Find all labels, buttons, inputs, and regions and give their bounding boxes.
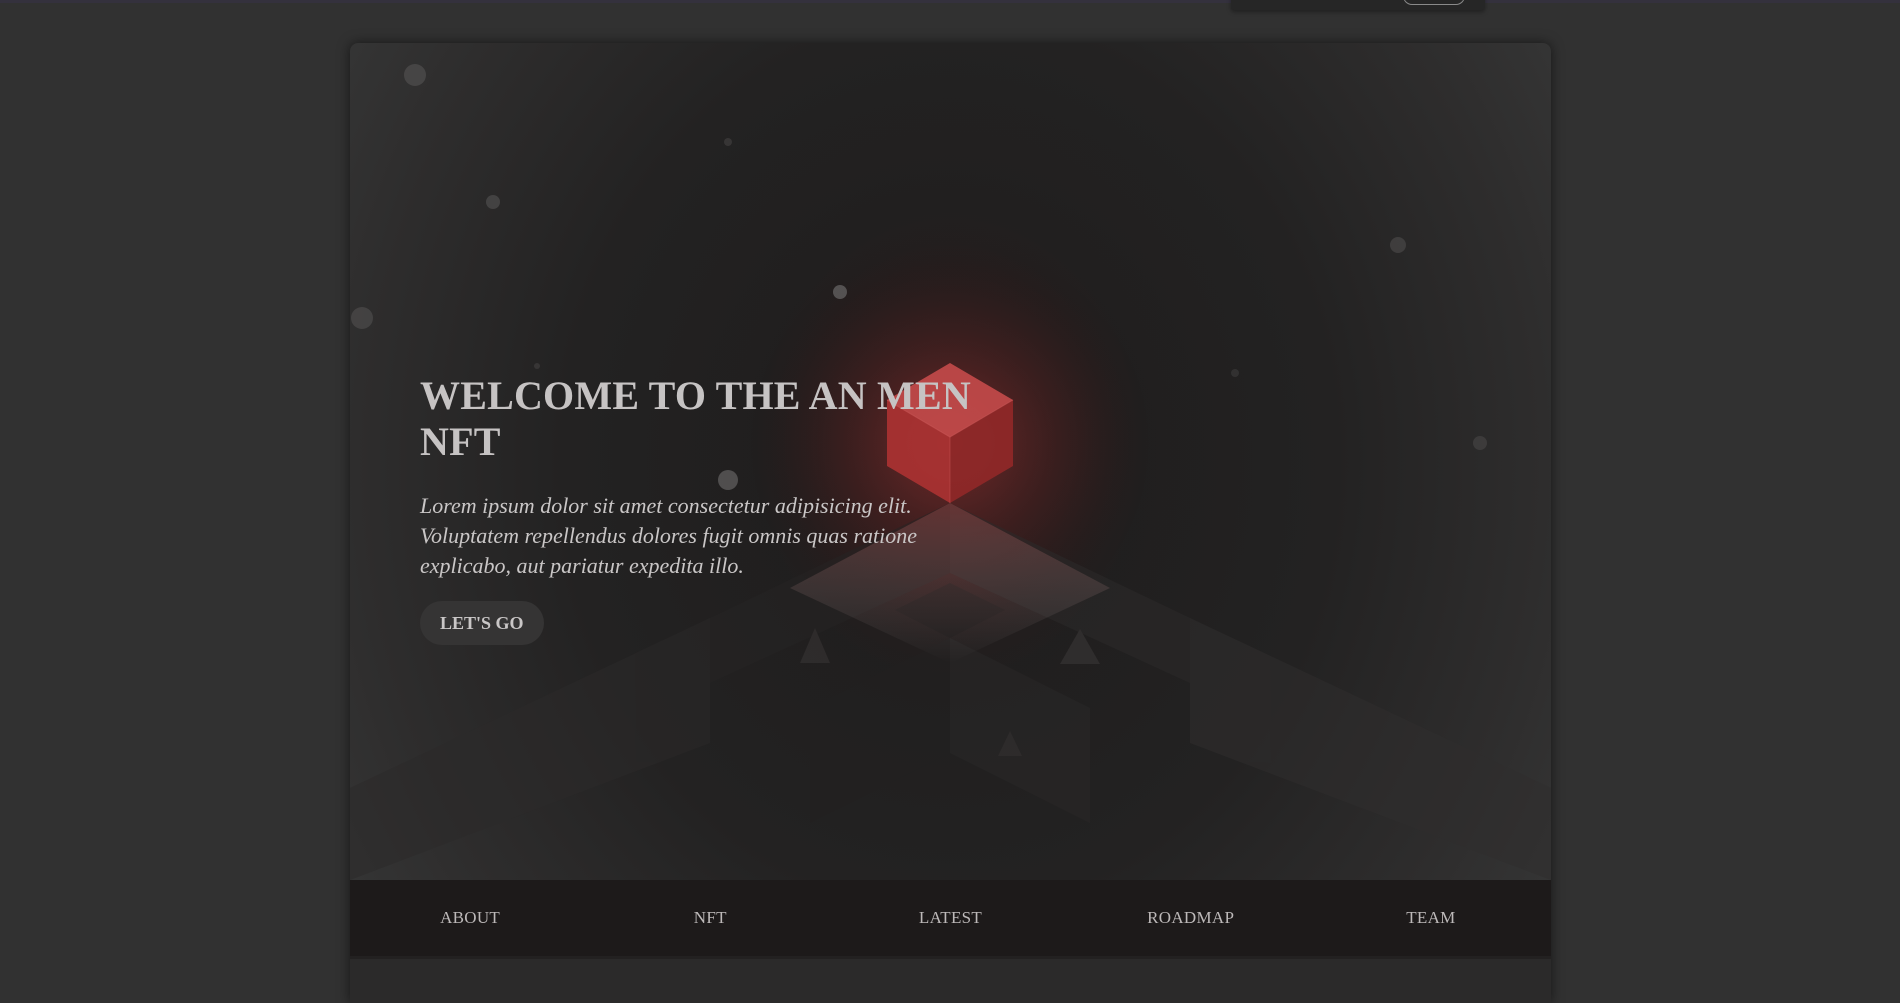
top-panel-button[interactable] [1403, 0, 1465, 5]
landing-card: WELCOME TO THE AN MEN NFT Lorem ipsum do… [350, 43, 1551, 1003]
nav-item-team[interactable]: TEAM [1311, 880, 1551, 956]
top-panel [1231, 0, 1485, 10]
hero-section: WELCOME TO THE AN MEN NFT Lorem ipsum do… [350, 43, 1551, 880]
window-top-edge [0, 0, 1900, 3]
next-section [350, 956, 1551, 1003]
hero-content: WELCOME TO THE AN MEN NFT Lorem ipsum do… [420, 373, 1030, 645]
hero-title: WELCOME TO THE AN MEN NFT [420, 373, 971, 464]
hero-description: Lorem ipsum dolor sit amet consectetur a… [420, 493, 918, 578]
lets-go-button[interactable]: LET'S GO [420, 601, 544, 645]
nav-item-about[interactable]: ABOUT [350, 880, 590, 956]
nav-item-latest[interactable]: LATEST [830, 880, 1070, 956]
nav-item-nft[interactable]: NFT [590, 880, 830, 956]
nav-item-roadmap[interactable]: ROADMAP [1071, 880, 1311, 956]
main-nav: ABOUT NFT LATEST ROADMAP TEAM [350, 880, 1551, 956]
